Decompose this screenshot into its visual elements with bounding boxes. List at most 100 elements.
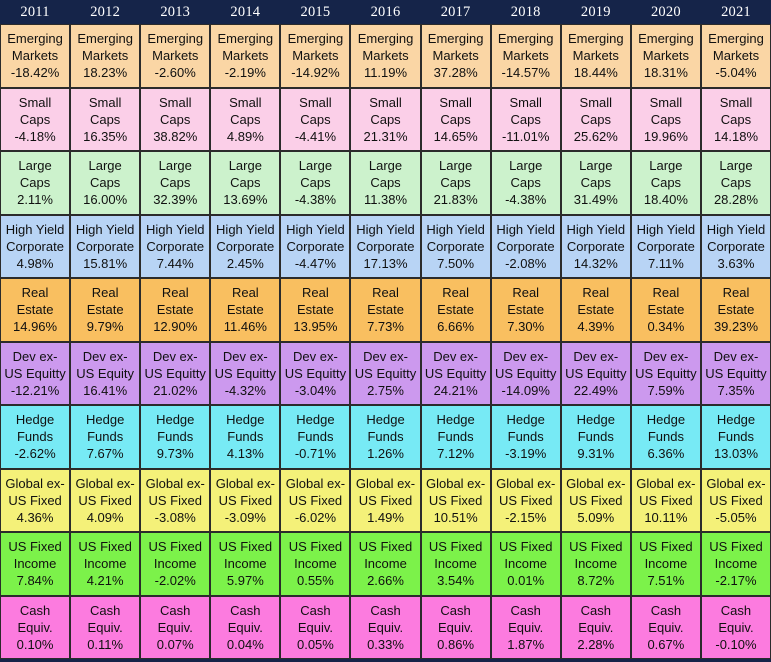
cell-2014[interactable]: High Yield Corporate 2.45% [210, 214, 281, 278]
cell-2019[interactable]: Dev ex- US Equitty 22.49% [560, 341, 631, 405]
cell-2012[interactable]: Dev ex- US Equity 16.41% [70, 341, 141, 405]
cell-2021[interactable]: Hedge Funds 13.03% [700, 405, 771, 469]
cell-2012[interactable]: Real Estate 9.79% [70, 278, 141, 342]
cell-2019[interactable]: Cash Equiv. 2.28% [560, 595, 631, 659]
cell-2017[interactable]: Dev ex- US Equitty 24.21% [420, 341, 491, 405]
cell-2020[interactable]: Cash Equiv. 0.67% [630, 595, 701, 659]
cell-2017[interactable]: Global ex- US Fixed 10.51% [420, 468, 491, 532]
cell-2014[interactable]: Emerging Markets -2.19% [210, 24, 281, 88]
cell-2015[interactable]: Hedge Funds -0.71% [280, 405, 351, 469]
cell-2018[interactable]: Global ex- US Fixed -2.15% [490, 468, 561, 532]
cell-2017[interactable]: Emerging Markets 37.28% [420, 24, 491, 88]
cell-2013[interactable]: High Yield Corporate 7.44% [140, 214, 211, 278]
cell-2015[interactable]: Large Caps -4.38% [280, 151, 351, 215]
cell-2018[interactable]: Emerging Markets -14.57% [490, 24, 561, 88]
cell-2011[interactable]: High Yield Corporate 4.98% [0, 214, 71, 278]
cell-2020[interactable]: High Yield Corporate 7.11% [630, 214, 701, 278]
cell-2021[interactable]: Small Caps 14.18% [700, 87, 771, 151]
cell-2021[interactable]: Dev ex- US Equitty 7.35% [700, 341, 771, 405]
cell-2021[interactable]: Emerging Markets -5.04% [700, 24, 771, 88]
cell-2020[interactable]: Real Estate 0.34% [630, 278, 701, 342]
cell-2011[interactable]: Cash Equiv. 0.10% [0, 595, 71, 659]
cell-2019[interactable]: Emerging Markets 18.44% [560, 24, 631, 88]
cell-2015[interactable]: US Fixed Income 0.55% [280, 532, 351, 596]
cell-2018[interactable]: Cash Equiv. 1.87% [490, 595, 561, 659]
cell-2014[interactable]: US Fixed Income 5.97% [210, 532, 281, 596]
cell-2016[interactable]: Global ex- US Fixed 1.49% [350, 468, 421, 532]
cell-2013[interactable]: Emerging Markets -2.60% [140, 24, 211, 88]
cell-2011[interactable]: US Fixed Income 7.84% [0, 532, 71, 596]
cell-2015[interactable]: Emerging Markets -14.92% [280, 24, 351, 88]
cell-2015[interactable]: Cash Equiv. 0.05% [280, 595, 351, 659]
cell-2019[interactable]: Hedge Funds 9.31% [560, 405, 631, 469]
cell-2018[interactable]: US Fixed Income 0.01% [490, 532, 561, 596]
cell-2012[interactable]: Large Caps 16.00% [70, 151, 141, 215]
cell-2017[interactable]: Real Estate 6.66% [420, 278, 491, 342]
cell-2018[interactable]: Hedge Funds -3.19% [490, 405, 561, 469]
cell-2021[interactable]: Real Estate 39.23% [700, 278, 771, 342]
cell-2016[interactable]: Large Caps 11.38% [350, 151, 421, 215]
cell-2021[interactable]: Global ex- US Fixed -5.05% [700, 468, 771, 532]
cell-2021[interactable]: Large Caps 28.28% [700, 151, 771, 215]
cell-2011[interactable]: Hedge Funds -2.62% [0, 405, 71, 469]
cell-2017[interactable]: Hedge Funds 7.12% [420, 405, 491, 469]
cell-2016[interactable]: US Fixed Income 2.66% [350, 532, 421, 596]
cell-2018[interactable]: Real Estate 7.30% [490, 278, 561, 342]
cell-2013[interactable]: Hedge Funds 9.73% [140, 405, 211, 469]
cell-2014[interactable]: Real Estate 11.46% [210, 278, 281, 342]
cell-2012[interactable]: Small Caps 16.35% [70, 87, 141, 151]
cell-2013[interactable]: Dev ex- US Equitty 21.02% [140, 341, 211, 405]
cell-2014[interactable]: Hedge Funds 4.13% [210, 405, 281, 469]
cell-2012[interactable]: High Yield Corporate 15.81% [70, 214, 141, 278]
cell-2012[interactable]: Cash Equiv. 0.11% [70, 595, 141, 659]
cell-2013[interactable]: Small Caps 38.82% [140, 87, 211, 151]
cell-2013[interactable]: Global ex- US Fixed -3.08% [140, 468, 211, 532]
cell-2017[interactable]: High Yield Corporate 7.50% [420, 214, 491, 278]
cell-2015[interactable]: Real Estate 13.95% [280, 278, 351, 342]
cell-2012[interactable]: Emerging Markets 18.23% [70, 24, 141, 88]
cell-2017[interactable]: US Fixed Income 3.54% [420, 532, 491, 596]
cell-2020[interactable]: Dev ex- US Equitty 7.59% [630, 341, 701, 405]
cell-2019[interactable]: High Yield Corporate 14.32% [560, 214, 631, 278]
cell-2018[interactable]: Dev ex- US Equitty -14.09% [490, 341, 561, 405]
cell-2015[interactable]: Small Caps -4.41% [280, 87, 351, 151]
cell-2017[interactable]: Cash Equiv. 0.86% [420, 595, 491, 659]
cell-2016[interactable]: Emerging Markets 11.19% [350, 24, 421, 88]
cell-2014[interactable]: Global ex- US Fixed -3.09% [210, 468, 281, 532]
cell-2014[interactable]: Dev ex- US Equitty -4.32% [210, 341, 281, 405]
cell-2021[interactable]: US Fixed Income -2.17% [700, 532, 771, 596]
cell-2013[interactable]: Real Estate 12.90% [140, 278, 211, 342]
cell-2018[interactable]: Small Caps -11.01% [490, 87, 561, 151]
cell-2016[interactable]: High Yield Corporate 17.13% [350, 214, 421, 278]
cell-2018[interactable]: High Yield Corporate -2.08% [490, 214, 561, 278]
cell-2016[interactable]: Small Caps 21.31% [350, 87, 421, 151]
cell-2012[interactable]: Global ex- US Fixed 4.09% [70, 468, 141, 532]
cell-2013[interactable]: Large Caps 32.39% [140, 151, 211, 215]
cell-2011[interactable]: Dev ex- US Equitty -12.21% [0, 341, 71, 405]
cell-2020[interactable]: Small Caps 19.96% [630, 87, 701, 151]
cell-2019[interactable]: Global ex- US Fixed 5.09% [560, 468, 631, 532]
cell-2014[interactable]: Cash Equiv. 0.04% [210, 595, 281, 659]
cell-2015[interactable]: High Yield Corporate -4.47% [280, 214, 351, 278]
cell-2012[interactable]: Hedge Funds 7.67% [70, 405, 141, 469]
cell-2015[interactable]: Global ex- US Fixed -6.02% [280, 468, 351, 532]
cell-2021[interactable]: Cash Equiv. -0.10% [700, 595, 771, 659]
cell-2011[interactable]: Global ex- US Fixed 4.36% [0, 468, 71, 532]
cell-2020[interactable]: Hedge Funds 6.36% [630, 405, 701, 469]
cell-2011[interactable]: Real Estate 14.96% [0, 278, 71, 342]
cell-2016[interactable]: Dev ex- US Equitty 2.75% [350, 341, 421, 405]
cell-2020[interactable]: Emerging Markets 18.31% [630, 24, 701, 88]
cell-2016[interactable]: Real Estate 7.73% [350, 278, 421, 342]
cell-2019[interactable]: US Fixed Income 8.72% [560, 532, 631, 596]
cell-2011[interactable]: Emerging Markets -18.42% [0, 24, 71, 88]
cell-2013[interactable]: Cash Equiv. 0.07% [140, 595, 211, 659]
cell-2018[interactable]: Large Caps -4.38% [490, 151, 561, 215]
cell-2013[interactable]: US Fixed Income -2.02% [140, 532, 211, 596]
cell-2020[interactable]: US Fixed Income 7.51% [630, 532, 701, 596]
cell-2019[interactable]: Small Caps 25.62% [560, 87, 631, 151]
cell-2020[interactable]: Global ex- US Fixed 10.11% [630, 468, 701, 532]
cell-2019[interactable]: Real Estate 4.39% [560, 278, 631, 342]
cell-2020[interactable]: Large Caps 18.40% [630, 151, 701, 215]
cell-2019[interactable]: Large Caps 31.49% [560, 151, 631, 215]
cell-2016[interactable]: Cash Equiv. 0.33% [350, 595, 421, 659]
